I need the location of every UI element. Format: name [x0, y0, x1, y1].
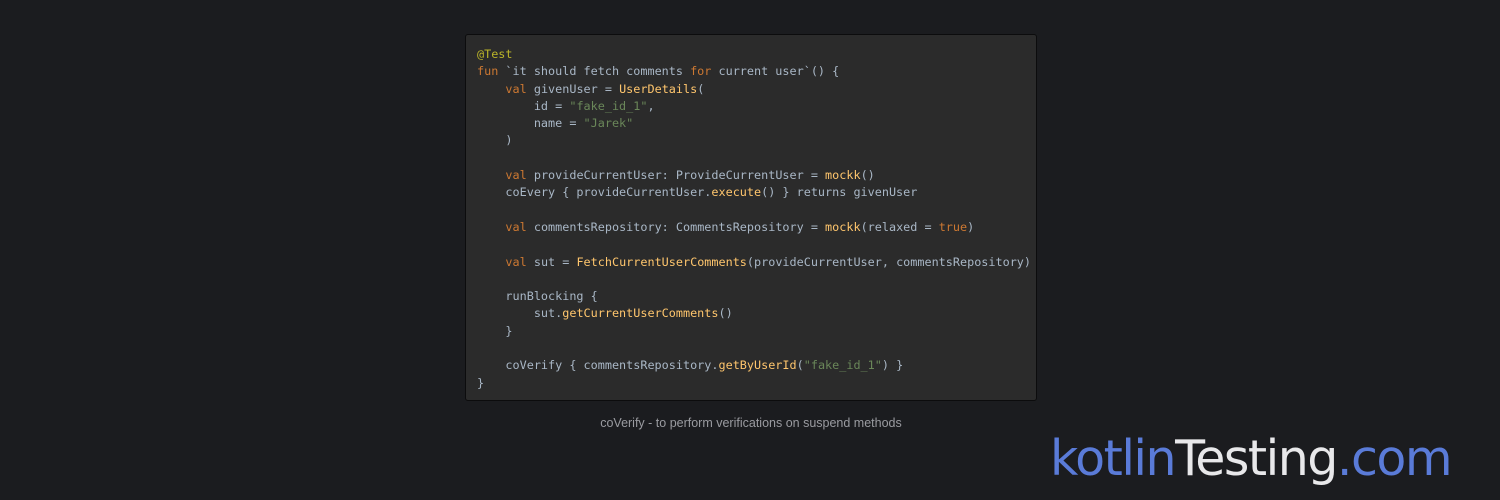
code-line: val commentsRepository: CommentsReposito… — [477, 219, 1036, 236]
code-token-keyword: val — [505, 81, 527, 96]
code-token-keyword: true — [938, 219, 968, 234]
code-token-function: mockk — [825, 219, 861, 234]
code-token-function: getCurrentUserComments — [562, 306, 719, 321]
code-line: id = "fake_id_1", — [477, 98, 1036, 115]
code-line: fun `it should fetch comments for curren… — [477, 63, 1036, 80]
code-line: runBlocking { — [477, 288, 1036, 305]
code-token-plain: ( — [796, 358, 804, 373]
code-line: name = "Jarek" — [477, 115, 1036, 132]
code-token-plain: givenUser = — [526, 81, 620, 96]
code-line: ) — [477, 132, 1036, 149]
brand-part-kotlin: kotlin — [1050, 430, 1177, 487]
code-token-plain: ( — [697, 81, 705, 96]
code-token-plain: (provideCurrentUser, commentsRepository) — [746, 254, 1032, 269]
code-token-function: FetchCurrentUserComments — [576, 254, 747, 269]
code-token-plain: id = — [477, 98, 570, 113]
code-line: sut.getCurrentUserComments() — [477, 305, 1036, 322]
code-token-function: getByUserId — [718, 358, 797, 373]
code-token-plain: () — [718, 306, 733, 321]
brand-logo[interactable]: kotlinTesting.com — [1050, 424, 1453, 494]
brand-part-testing: Testing — [1175, 430, 1338, 487]
code-token-keyword: for — [690, 64, 712, 79]
code-token-plain: ) — [967, 219, 975, 234]
page: @Test fun `it should fetch comments for c… — [0, 0, 1500, 500]
code-token-annotation: @Test — [477, 47, 513, 61]
code-token-plain: () — [860, 168, 875, 183]
code-line: @Test — [477, 46, 1036, 63]
code-token-function: mockk — [825, 168, 861, 183]
code-token-plain: `it should fetch comments — [498, 64, 691, 79]
code-line: } — [477, 323, 1036, 340]
code-token-keyword: fun — [477, 64, 499, 79]
code-token-plain: (relaxed = — [860, 219, 939, 234]
code-token-plain: } — [477, 323, 513, 338]
code-token-plain: provideCurrentUser: ProvideCurrentUser = — [526, 168, 826, 183]
code-line: } — [477, 375, 1036, 392]
code-line: val provideCurrentUser: ProvideCurrentUs… — [477, 167, 1036, 184]
code-token-string: "fake_id_1" — [803, 358, 882, 373]
code-token-function: UserDetails — [619, 81, 698, 96]
code-token-plain: ) — [477, 133, 513, 148]
code-token-plain: ) } — [881, 358, 904, 373]
code-token-string: "Jarek" — [583, 116, 634, 131]
code-token-keyword: val — [505, 168, 527, 183]
code-line: coEvery { provideCurrentUser.execute() }… — [477, 184, 1036, 201]
code-line: val givenUser = UserDetails( — [477, 81, 1036, 98]
code-token-plain: coVerify { commentsRepository. — [477, 358, 719, 373]
code-token-plain: , — [647, 98, 655, 113]
code-token-function: execute — [711, 185, 762, 200]
code-token-plain: sut. — [477, 306, 563, 321]
code-token-plain: runBlocking { — [477, 289, 598, 304]
code-token-plain: } — [477, 375, 485, 390]
code-token-plain: current user`() { — [711, 64, 840, 79]
code-token-keyword: val — [505, 219, 527, 234]
code-token-plain: sut = — [526, 254, 577, 269]
code-listing: @Test fun `it should fetch comments for c… — [477, 46, 1036, 392]
code-line: val sut = FetchCurrentUserComments(provi… — [477, 254, 1036, 271]
code-token-plain: name = — [477, 116, 584, 131]
brand-part-domain: .com — [1336, 430, 1453, 487]
code-token-keyword: val — [505, 254, 527, 269]
code-token-string: "fake_id_1" — [569, 98, 648, 113]
code-token-plain: commentsRepository: CommentsRepository = — [526, 219, 826, 234]
code-token-plain: () } returns givenUser — [761, 185, 918, 200]
code-token-plain: coEvery { provideCurrentUser. — [477, 185, 712, 200]
code-block: @Test fun `it should fetch comments for c… — [465, 34, 1037, 401]
code-line: coVerify { commentsRepository.getByUserI… — [477, 357, 1036, 374]
